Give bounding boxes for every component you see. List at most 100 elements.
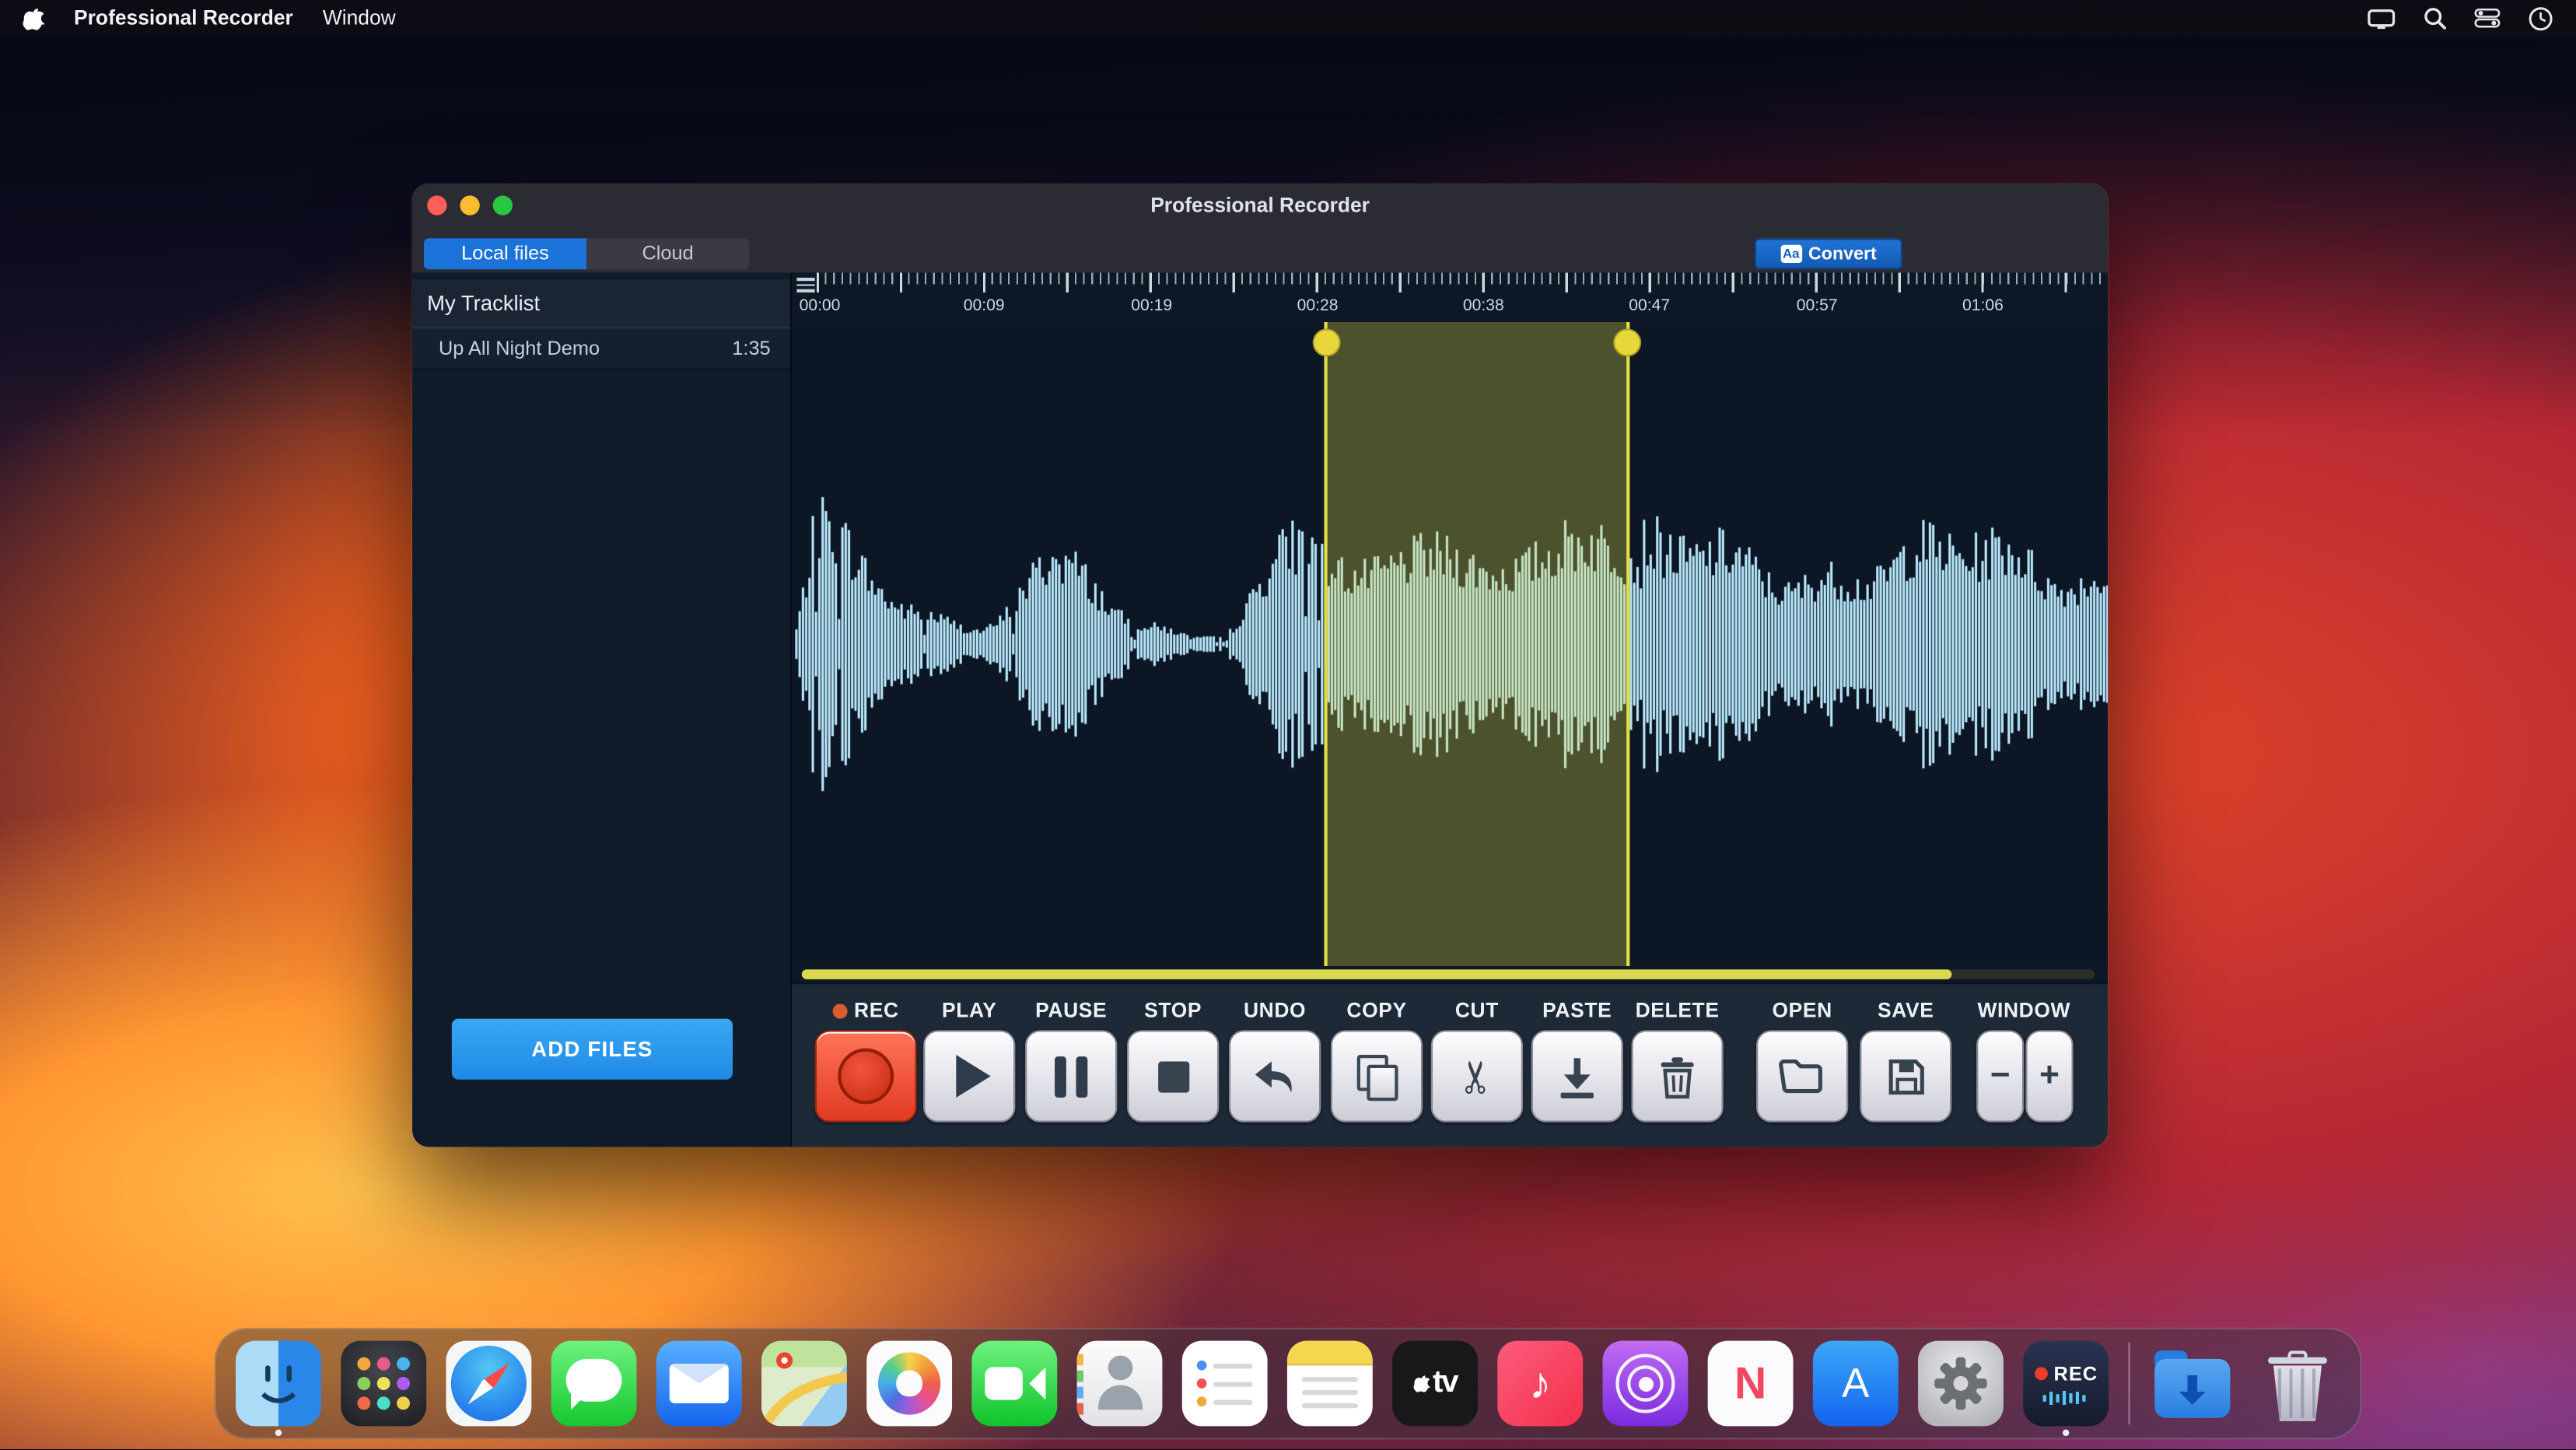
transport-controls: REC PLAY PAUSE STOP UNDO COPY CUT PASTE … [792,982,2108,1147]
dock: tv ♪ N A REC [215,1328,2362,1440]
dock-appstore-icon[interactable]: A [1813,1341,1899,1427]
close-button[interactable] [427,195,446,215]
selection-end-handle[interactable] [1613,328,1641,356]
cut-button[interactable] [1431,1030,1523,1122]
tick-label: 00:38 [1463,297,1504,315]
dock-messages-icon[interactable] [551,1341,637,1427]
apple-menu-icon[interactable] [23,5,44,30]
play-icon [956,1055,990,1098]
save-label: SAVE [1878,999,1934,1022]
scrollbar-thumb[interactable] [802,969,1952,979]
dock-notes-icon[interactable] [1287,1341,1373,1427]
folder-icon [1777,1056,1826,1096]
dock-launchpad-icon[interactable] [341,1341,426,1427]
dock-mail-icon[interactable] [656,1341,742,1427]
dock-trash-icon[interactable] [2255,1341,2340,1427]
open-label: OPEN [1772,999,1832,1022]
convert-button[interactable]: Aa Convert [1755,238,1902,269]
dock-safari-icon[interactable] [446,1341,531,1427]
selection-start-handle[interactable] [1313,328,1341,356]
add-files-button[interactable]: ADD FILES [452,1019,733,1080]
play-button[interactable] [923,1030,1015,1122]
window-titlebar[interactable]: Professional Recorder [412,184,2108,227]
copy-icon [1356,1055,1388,1091]
dock-music-icon[interactable]: ♪ [1497,1341,1583,1427]
tick-label: 00:47 [1629,297,1670,315]
stop-button[interactable] [1127,1030,1219,1122]
dock-facetime-icon[interactable] [971,1341,1057,1427]
stop-label: STOP [1144,999,1202,1022]
menubar-app-name[interactable]: Professional Recorder [74,6,293,30]
paste-icon [1556,1054,1598,1098]
menubar-right [2368,5,2553,30]
dock-tv-icon[interactable]: tv [1392,1341,1478,1427]
search-icon[interactable] [2424,6,2447,30]
desktop: Professional Recorder Window [0,0,2576,1449]
finder-running-dot [275,1430,282,1436]
tick-label: 00:57 [1797,297,1838,315]
timeline-ruler[interactable]: 00:00 00:09 00:19 00:28 00:38 00:47 00:5… [792,273,2108,324]
waveform-area[interactable] [792,322,2108,966]
window-label: WINDOW [1977,999,2070,1022]
display-icon[interactable] [2368,8,2396,29]
undo-button[interactable] [1229,1030,1321,1122]
dock-maps-icon[interactable] [761,1341,847,1427]
ruler-major-ticks [817,273,2105,292]
pause-button[interactable] [1025,1030,1117,1122]
track-row[interactable]: Up All Night Demo 1:35 [412,328,790,370]
rec-label: REC [833,999,899,1022]
record-button[interactable] [815,1030,917,1122]
timeline-scrollbar[interactable] [802,969,2095,979]
scissors-icon [1458,1051,1496,1102]
minimize-button[interactable] [460,195,479,215]
menubar-window-menu[interactable]: Window [323,6,396,30]
tab-cloud[interactable]: Cloud [586,238,749,269]
dock-news-icon[interactable]: N [1708,1341,1794,1427]
window-title: Professional Recorder [412,184,2108,227]
convert-icon: Aa [1780,245,1801,263]
dock-finder-icon[interactable] [236,1341,321,1427]
ruler-menu-icon[interactable] [796,278,814,294]
tab-local-files[interactable]: Local files [424,238,586,269]
undo-label: UNDO [1244,999,1306,1022]
menubar: Professional Recorder Window [0,0,2576,36]
window-minus-button[interactable]: − [1976,1030,2024,1122]
menubar-left: Professional Recorder Window [23,5,396,30]
play-label: PLAY [942,999,997,1022]
delete-button[interactable] [1631,1030,1723,1122]
trash-icon [1657,1054,1697,1098]
file-source-tabs: Local files Cloud [424,238,749,269]
recorder-running-dot [2063,1430,2069,1436]
tracklist-header: My Tracklist [412,279,790,328]
dock-contacts-icon[interactable] [1077,1341,1163,1427]
tick-label: 00:28 [1297,297,1339,315]
copy-button[interactable] [1331,1030,1423,1122]
pause-icon [1055,1056,1087,1097]
floppy-icon [1885,1056,1927,1097]
dock-podcasts-icon[interactable] [1602,1341,1688,1427]
track-name: Up All Night Demo [439,337,600,360]
selection-region[interactable] [1324,322,1629,966]
dock-photos-icon[interactable] [866,1341,952,1427]
tick-label: 00:00 [800,297,841,315]
dock-reminders-icon[interactable] [1182,1341,1268,1427]
control-center-icon[interactable] [2474,9,2501,28]
dock-separator [2128,1343,2130,1425]
stop-icon [1157,1060,1188,1091]
zoom-button[interactable] [493,195,513,215]
traffic-lights [427,195,513,215]
save-button[interactable] [1860,1030,1951,1122]
clock-icon[interactable] [2529,5,2553,30]
delete-label: DELETE [1636,999,1720,1022]
paste-button[interactable] [1531,1030,1623,1122]
dock-downloads-icon[interactable] [2150,1341,2235,1427]
dock-settings-icon[interactable] [1918,1341,2004,1427]
tick-label: 00:19 [1131,297,1172,315]
undo-icon [1252,1055,1298,1098]
dock-recorder-icon[interactable]: REC [2023,1341,2109,1427]
window-plus-button[interactable]: + [2025,1030,2073,1122]
window-topstrip: Local files Cloud Aa Convert [412,226,2108,272]
open-button[interactable] [1756,1030,1848,1122]
editor-area: 00:00 00:09 00:19 00:28 00:38 00:47 00:5… [792,273,2108,1147]
pause-label: PAUSE [1035,999,1107,1022]
